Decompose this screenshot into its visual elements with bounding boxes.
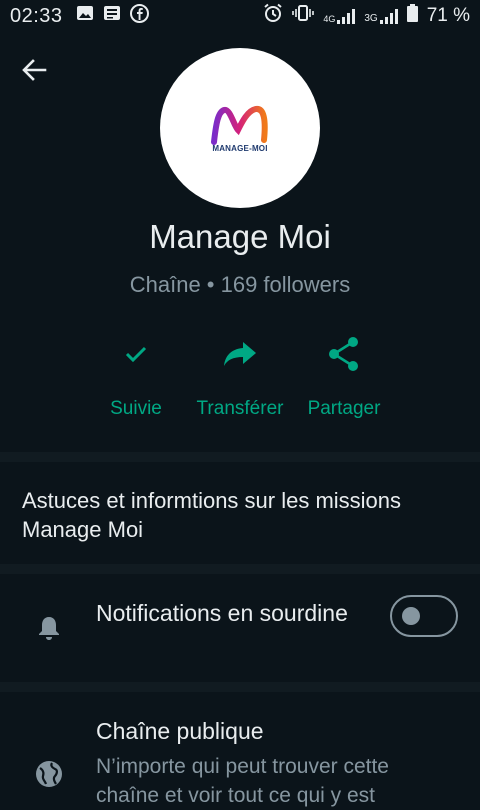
network-4g-label: 4G [323, 14, 336, 24]
globe-icon [34, 759, 64, 789]
share-label: Partager [307, 398, 381, 419]
divider [0, 452, 480, 462]
signal-4g-icon: 4G [323, 8, 356, 24]
check-icon [123, 334, 149, 374]
back-button[interactable] [18, 54, 50, 86]
manage-moi-logo-icon [211, 105, 268, 145]
divider [0, 564, 480, 574]
forward-button[interactable]: Transférer [180, 334, 300, 420]
action-bar: Suivie Transférer Partager [0, 334, 480, 424]
toggle-knob [402, 607, 420, 625]
channel-name: Manage Moi [149, 218, 331, 255]
gallery-icon [76, 4, 94, 28]
battery-icon [406, 4, 418, 28]
channel-avatar[interactable]: MANAGE-MOI [160, 48, 320, 208]
public-channel-title: Chaîne publique [96, 718, 264, 744]
bell-icon [34, 613, 64, 643]
mute-notifications-toggle[interactable] [390, 595, 458, 637]
share-icon [327, 334, 361, 374]
follow-label: Suivie [110, 398, 162, 419]
divider [0, 682, 480, 692]
back-arrow-icon [22, 59, 47, 81]
alarm-icon [263, 3, 283, 29]
public-channel-subtitle: N’importe qui peut trouver cette chaîne … [96, 755, 389, 807]
follow-button[interactable]: Suivie [76, 334, 196, 420]
notifications-title: Notifications en sourdine [96, 600, 348, 626]
network-3g-label: 3G [364, 13, 378, 24]
channel-subtitle: Chaîne • 169 followers [129, 272, 351, 297]
facebook-icon [129, 3, 149, 29]
news-icon [103, 4, 121, 28]
logo-text: MANAGE-MOI [212, 143, 268, 153]
status-bar: 02:33 4G 3G 71 % [0, 0, 480, 32]
vibrate-icon [292, 4, 315, 28]
forward-label: Transférer [196, 398, 284, 419]
signal-3g-icon: 3G [364, 8, 398, 24]
battery-level: 71 % [426, 5, 470, 26]
forward-icon [223, 334, 257, 374]
channel-description: Astuces et informtions sur les missions … [22, 488, 402, 542]
status-time: 02:33 [10, 4, 63, 27]
share-button[interactable]: Partager [284, 334, 404, 420]
